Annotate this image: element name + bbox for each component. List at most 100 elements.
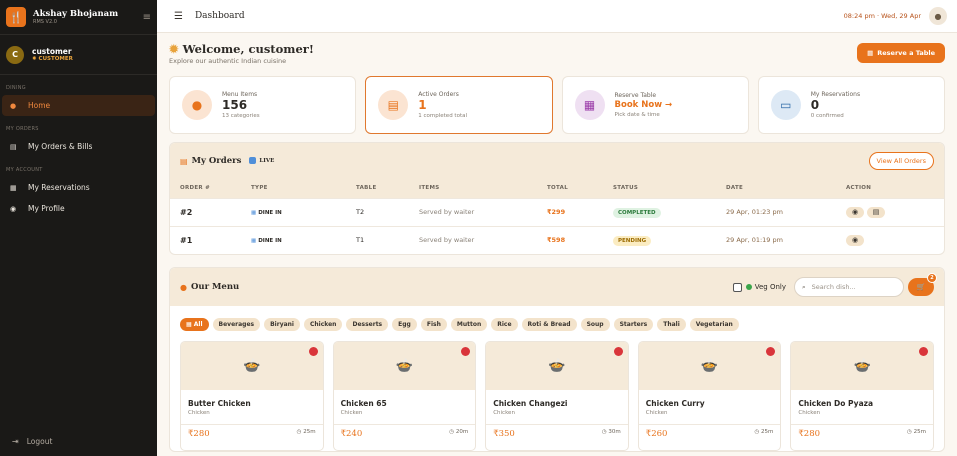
- stat-value: 156: [222, 98, 248, 112]
- view-all-orders-button[interactable]: View All Orders: [868, 151, 934, 170]
- non-veg-icon: [461, 347, 471, 356]
- burger-icon: ●: [182, 90, 212, 120]
- cart-icon: 🛒: [916, 283, 926, 291]
- dish-price: ₹350: [493, 429, 515, 439]
- chip-rice[interactable]: Rice: [491, 318, 518, 331]
- search-input[interactable]: ⌕ Search dish...: [794, 277, 904, 297]
- sidebar-item-reservations[interactable]: ▦ My Reservations: [2, 177, 155, 198]
- dish-card[interactable]: 🍲 Chicken 65 Chicken ₹240 ◷ 20m: [332, 341, 477, 451]
- dish-grid: 🍲 Butter Chicken Chicken ₹280 ◷ 25m 🍲 Chi…: [170, 341, 944, 451]
- order-total: ₹598: [547, 225, 613, 254]
- sidebar-item-label: My Profile: [28, 204, 65, 213]
- dish-card[interactable]: 🍲 Chicken Curry Chicken ₹260 ◷ 25m: [637, 341, 782, 451]
- grid-icon: ▦: [186, 321, 194, 328]
- stat-note: 0 confirmed: [810, 113, 844, 119]
- main: ☰ Dashboard 08:24 pm · Wed, 29 Apr ● ✹ W…: [157, 0, 957, 456]
- chip-starters[interactable]: Starters: [613, 318, 654, 331]
- stat-note: 1 completed total: [418, 113, 468, 119]
- profile-icon[interactable]: ●: [929, 7, 947, 25]
- reserve-table-button[interactable]: ▦ Reserve a Table: [857, 43, 945, 63]
- chip-chicken[interactable]: Chicken: [304, 318, 343, 331]
- bowl-icon: 🍲: [853, 358, 871, 374]
- items-text: Served by waiter: [419, 197, 547, 226]
- page-title: Dashboard: [194, 11, 245, 21]
- welcome-subtitle: Explore our authentic Indian cuisine: [169, 56, 287, 65]
- dish-time: ◷ 25m: [907, 429, 926, 435]
- order-date: 29 Apr, 01:23 pm: [726, 197, 846, 226]
- chip-vegetarian[interactable]: Vegetarian: [689, 318, 739, 331]
- receipt-icon: ▤: [10, 142, 17, 151]
- sidebar-collapse-icon[interactable]: ≡: [143, 12, 151, 23]
- chip-thali[interactable]: Thali: [657, 318, 686, 331]
- logout-icon: ⇥: [12, 437, 19, 446]
- col-total: TOTAL: [547, 178, 613, 198]
- col-items: ITEMS: [419, 178, 547, 198]
- stat-value: 0: [810, 98, 820, 112]
- burger-icon: ●: [10, 101, 17, 110]
- table-number: T2: [356, 197, 419, 226]
- user-role: ✸ CUSTOMER: [32, 56, 73, 62]
- menu-title: ● Our Menu: [180, 282, 240, 292]
- sidebar-item-label: Home: [28, 101, 51, 110]
- stat-value: 1: [418, 98, 427, 112]
- stat-reserve-table[interactable]: ▦ Reserve Table Book Now → Pick date & t…: [561, 76, 749, 134]
- stat-label: Active Orders: [418, 91, 459, 98]
- dish-name: Chicken 65: [340, 399, 387, 408]
- live-badge: LIVE: [249, 157, 274, 164]
- search-icon: ⌕: [802, 282, 806, 291]
- dish-card[interactable]: 🍲 Chicken Do Pyaza Chicken ₹280 ◷ 25m: [790, 341, 934, 451]
- non-veg-icon: [308, 347, 318, 356]
- stat-menu-items[interactable]: ● Menu Items 156 13 categories: [169, 76, 357, 134]
- user-circle-icon: ◉: [10, 204, 17, 213]
- dish-price: ₹260: [645, 429, 668, 439]
- book-now-link[interactable]: Book Now →: [615, 99, 673, 112]
- chip-soup[interactable]: Soup: [580, 318, 610, 331]
- live-icon: [249, 157, 257, 164]
- chip-biryani[interactable]: Biryani: [264, 318, 300, 331]
- dish-category: Chicken: [188, 410, 210, 416]
- chip-roti-bread[interactable]: Roti & Bread: [521, 318, 577, 331]
- type-label: ▦ DINE IN: [251, 238, 282, 245]
- logout-button[interactable]: ⇥ Logout: [12, 437, 52, 446]
- view-order-icon[interactable]: ◉: [846, 234, 864, 246]
- chip-beverages[interactable]: Beverages: [212, 318, 261, 331]
- menu-icon[interactable]: ☰: [174, 11, 183, 22]
- col-type: TYPE: [251, 178, 356, 198]
- chip-all[interactable]: ▦ All: [180, 318, 209, 331]
- dish-category: Chicken: [493, 410, 515, 416]
- dish-category: Chicken: [645, 410, 668, 416]
- chip-mutton[interactable]: Mutton: [450, 318, 488, 331]
- sidebar-item-home[interactable]: ● Home: [2, 95, 155, 116]
- col-status: STATUS: [613, 178, 726, 198]
- section-my-account: MY ACCOUNT: [6, 167, 43, 173]
- orders-table: ORDER # TYPE TABLE ITEMS TOTAL STATUS DA…: [170, 178, 944, 254]
- menu-panel: ● Our Menu Veg Only ⌕ Search dish... 🛒 2: [169, 267, 945, 452]
- clock: 08:24 pm · Wed, 29 Apr: [843, 12, 921, 20]
- view-order-icon[interactable]: ◉: [846, 206, 864, 218]
- chip-desserts[interactable]: Desserts: [346, 318, 389, 331]
- sidebar-item-orders[interactable]: ▤ My Orders & Bills: [2, 136, 155, 157]
- chip-fish[interactable]: Fish: [420, 318, 447, 331]
- bill-icon[interactable]: ▤: [867, 206, 885, 218]
- chip-egg[interactable]: Egg: [392, 318, 417, 331]
- stat-label: Menu Items: [222, 91, 258, 98]
- veg-only-checkbox[interactable]: [732, 282, 742, 292]
- dish-price: ₹240: [340, 429, 363, 439]
- stat-my-reservations[interactable]: ▭ My Reservations 0 0 confirmed: [757, 76, 945, 134]
- dish-category: Chicken: [340, 410, 363, 416]
- sidebar-item-profile[interactable]: ◉ My Profile: [2, 198, 155, 219]
- orders-panel: ▤ My Orders LIVE View All Orders ORDER #…: [169, 142, 945, 255]
- table-number: T1: [356, 225, 419, 254]
- user-name: customer: [32, 47, 72, 56]
- topbar: ☰ Dashboard 08:24 pm · Wed, 29 Apr ●: [157, 0, 957, 33]
- stat-active-orders[interactable]: ▤ Active Orders 1 1 completed total: [365, 76, 553, 134]
- cart-button[interactable]: 🛒 2: [908, 273, 937, 296]
- dish-time: ◷ 30m: [601, 429, 621, 435]
- bowl-icon: 🍲: [700, 358, 719, 374]
- dish-card[interactable]: 🍲 Chicken Changezi Chicken ₹350 ◷ 30m: [485, 341, 629, 451]
- col-table: TABLE: [356, 178, 419, 198]
- cutlery-icon: 🍴: [6, 7, 26, 27]
- search-placeholder: Search dish...: [811, 283, 856, 291]
- sidebar: 🍴 Akshay Bhojanam RMS V2.0 ≡ C customer …: [0, 0, 157, 456]
- dish-card[interactable]: 🍲 Butter Chicken Chicken ₹280 ◷ 25m: [180, 341, 324, 451]
